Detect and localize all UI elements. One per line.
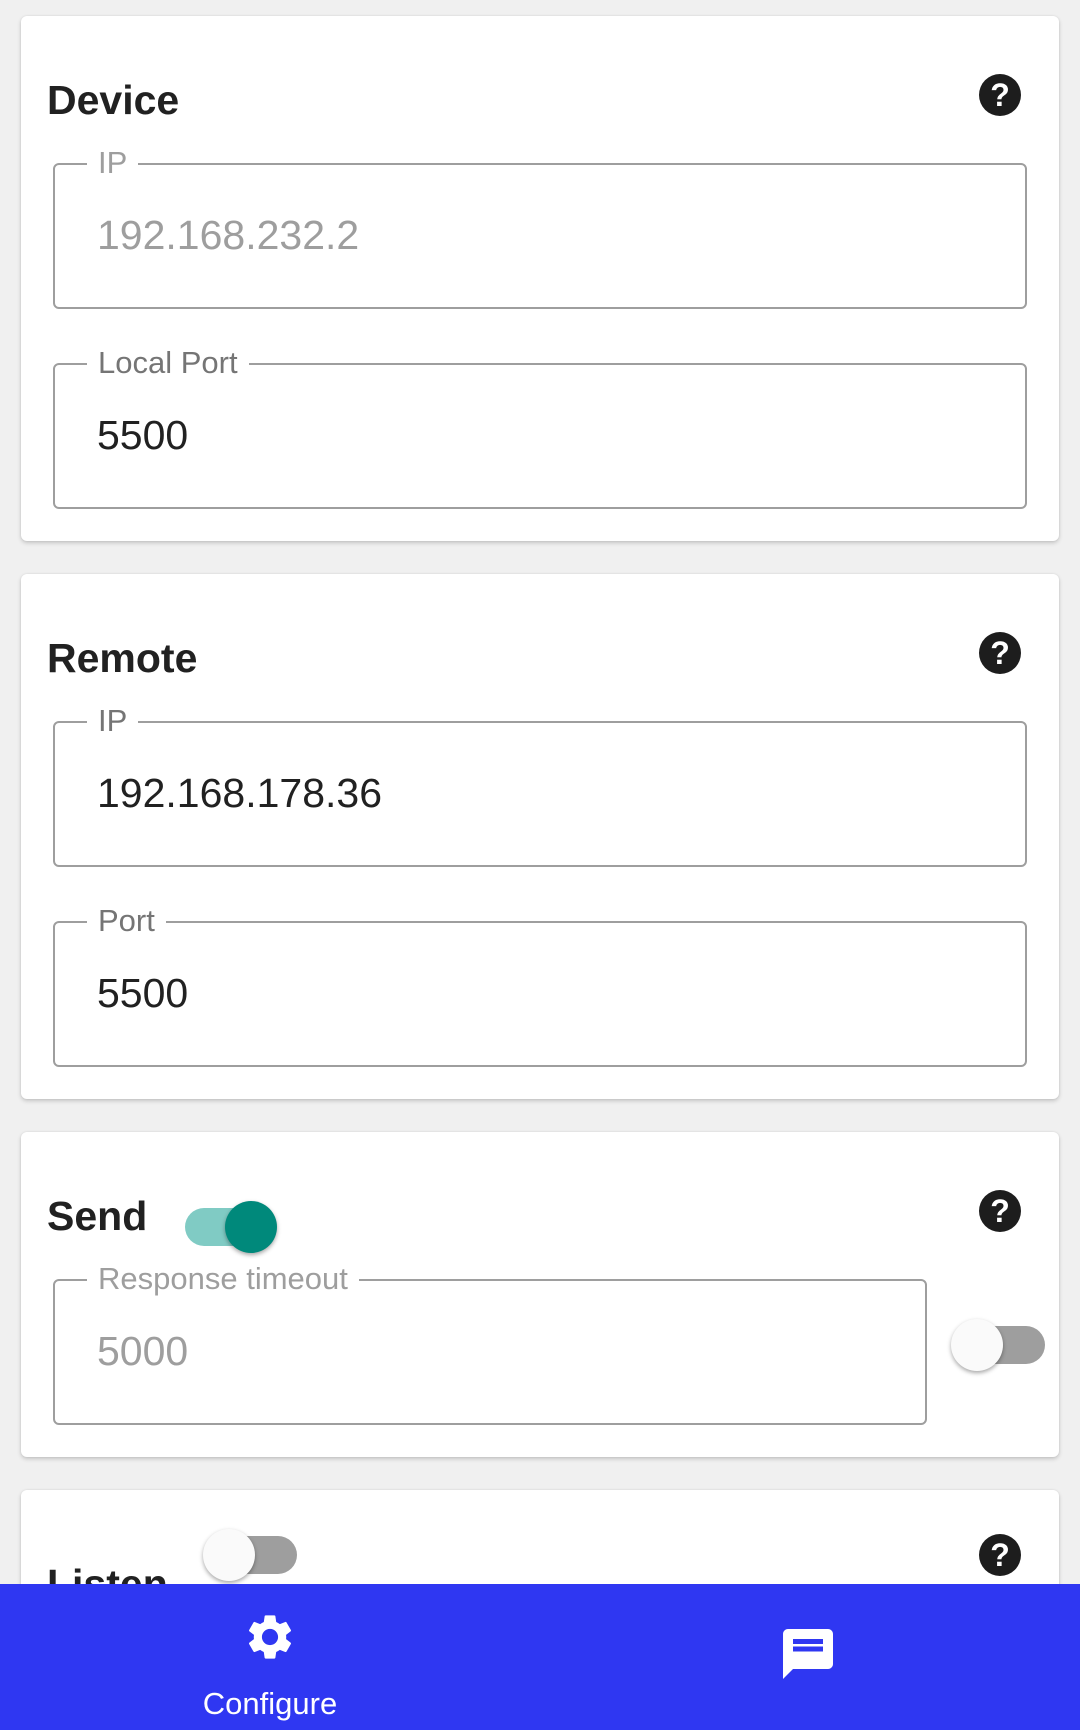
gear-icon [248, 1615, 292, 1659]
device-local-port-label: Local Port [87, 343, 249, 383]
listen-help-icon[interactable]: ? [979, 1534, 1021, 1576]
message-icon [783, 1629, 833, 1679]
remote-port-field[interactable]: Port 5500 [53, 901, 1027, 1067]
device-card: Device ? IP 192.168.232.2 Local Port 550… [21, 16, 1059, 541]
device-local-port-field[interactable]: Local Port 5500 [53, 343, 1027, 509]
remote-title: Remote [47, 635, 198, 681]
send-card: Send ? Response timeout 5000 [21, 1132, 1059, 1457]
listen-toggle-thumb [203, 1529, 255, 1581]
nav-item-messages[interactable] [540, 1584, 1080, 1730]
send-help-icon[interactable]: ? [979, 1190, 1021, 1232]
nav-label-configure: Configure [202, 1686, 338, 1721]
response-timeout-label: Response timeout [87, 1259, 359, 1299]
device-local-port-value: 5500 [97, 412, 189, 458]
response-timeout-toggle[interactable] [951, 1319, 1045, 1371]
bottom-navigation: Configure [0, 1584, 1080, 1730]
remote-ip-value: 192.168.178.36 [97, 770, 382, 816]
device-ip-placeholder: 192.168.232.2 [97, 212, 360, 258]
remote-ip-label: IP [87, 701, 139, 741]
listen-toggle[interactable] [203, 1529, 297, 1581]
send-toggle-thumb [225, 1201, 277, 1253]
device-title: Device [47, 77, 180, 123]
remote-card: Remote ? IP 192.168.178.36 Port 5500 [21, 574, 1059, 1099]
remote-ip-field[interactable]: IP 192.168.178.36 [53, 701, 1027, 867]
device-ip-label: IP [87, 143, 139, 183]
remote-help-icon[interactable]: ? [979, 632, 1021, 674]
send-title: Send [47, 1193, 148, 1239]
response-timeout-placeholder: 5000 [97, 1328, 189, 1374]
send-toggle[interactable] [185, 1201, 277, 1253]
remote-port-value: 5500 [97, 970, 189, 1016]
remote-port-label: Port [87, 901, 166, 941]
device-help-icon[interactable]: ? [979, 74, 1021, 116]
device-ip-field[interactable]: IP 192.168.232.2 [53, 143, 1027, 309]
response-timeout-field[interactable]: Response timeout 5000 [53, 1259, 927, 1425]
nav-item-configure[interactable]: Configure [0, 1584, 540, 1730]
response-timeout-toggle-thumb [951, 1319, 1003, 1371]
